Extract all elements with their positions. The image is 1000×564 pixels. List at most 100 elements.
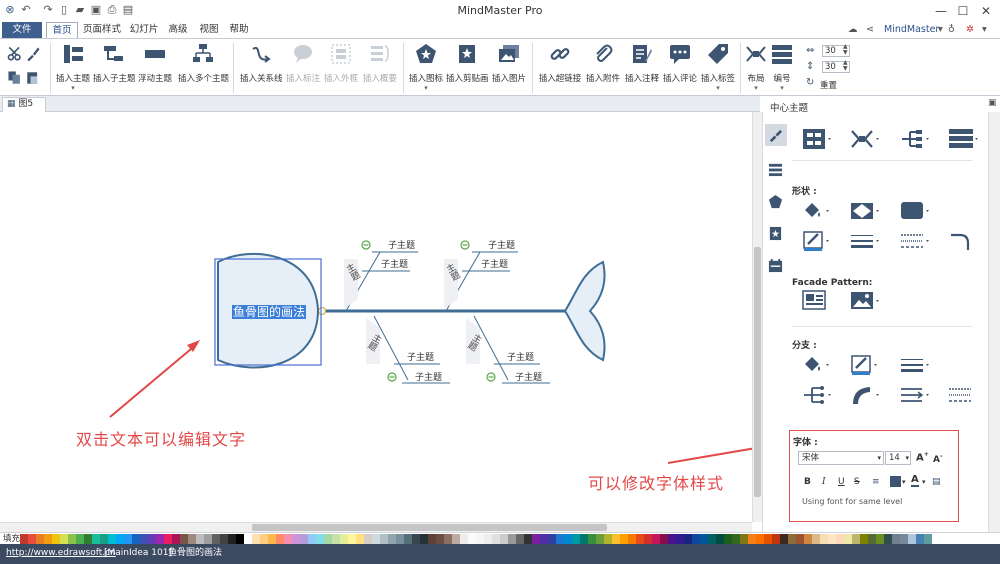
color-swatch[interactable] [732, 534, 740, 544]
reset-icon[interactable]: ↻ [806, 77, 814, 88]
color-swatch[interactable] [244, 534, 252, 544]
shape-type-button[interactable] [850, 200, 882, 222]
color-swatch[interactable] [44, 534, 52, 544]
bold-button[interactable]: B [804, 477, 811, 487]
color-swatch[interactable] [356, 534, 364, 544]
color-swatch[interactable] [876, 534, 884, 544]
color-swatch[interactable] [340, 534, 348, 544]
color-swatch[interactable] [188, 534, 196, 544]
color-swatch[interactable] [380, 534, 388, 544]
color-swatch[interactable] [332, 534, 340, 544]
format-painter-button[interactable] [24, 45, 42, 66]
icons-panel-icon[interactable] [768, 194, 783, 209]
structure-style-2-button[interactable] [850, 128, 882, 150]
underline-button[interactable]: U [838, 477, 845, 487]
branch-line-color-button[interactable] [850, 354, 882, 376]
color-swatch[interactable] [548, 534, 556, 544]
color-swatch[interactable] [588, 534, 596, 544]
chevron-down-icon[interactable]: ▾ [922, 478, 926, 486]
color-swatch[interactable] [180, 534, 188, 544]
color-swatch[interactable] [924, 534, 932, 544]
color-swatch[interactable] [452, 534, 460, 544]
tab-slides[interactable]: 幻灯片 [126, 22, 162, 38]
subtopic-label[interactable]: 子主题 [381, 257, 408, 270]
color-swatch[interactable] [684, 534, 692, 544]
branch-fill-button[interactable] [802, 354, 834, 376]
color-swatch[interactable] [884, 534, 892, 544]
color-swatch[interactable] [404, 534, 412, 544]
color-swatch[interactable] [660, 534, 668, 544]
color-swatch[interactable] [740, 534, 748, 544]
color-swatch[interactable] [132, 534, 140, 544]
task-panel-icon[interactable] [768, 258, 783, 273]
color-swatch[interactable] [92, 534, 100, 544]
tab-advanced[interactable]: 高级 [164, 22, 192, 38]
color-swatch[interactable] [236, 534, 244, 544]
color-swatch[interactable] [372, 534, 380, 544]
color-swatch[interactable] [596, 534, 604, 544]
panel-pin-icon[interactable]: ▣ [988, 98, 997, 108]
color-swatch[interactable] [324, 534, 332, 544]
subtopic-label[interactable]: 子主题 [488, 238, 515, 251]
color-swatch[interactable] [892, 534, 900, 544]
color-swatch[interactable] [460, 534, 468, 544]
color-swatch[interactable] [212, 534, 220, 544]
branch-dash-button[interactable] [948, 384, 980, 406]
color-swatch[interactable] [844, 534, 852, 544]
vertical-spacing-stepper[interactable]: ▲ ▼ [843, 60, 848, 72]
color-swatch[interactable] [804, 534, 812, 544]
structure-style-3-button[interactable] [900, 128, 932, 150]
color-swatch[interactable] [532, 534, 540, 544]
insert-note-button[interactable]: 插入注释 [624, 43, 660, 84]
color-swatch[interactable] [172, 534, 180, 544]
color-swatch[interactable] [540, 534, 548, 544]
color-swatch[interactable] [476, 534, 484, 544]
color-swatch[interactable] [116, 534, 124, 544]
color-swatch[interactable] [148, 534, 156, 544]
numbering-button[interactable]: 编号 ▾ [770, 43, 794, 92]
color-swatch[interactable] [636, 534, 644, 544]
insert-summary-button[interactable]: 插入概要 [362, 43, 398, 84]
collapse-toggle-icon[interactable] [387, 372, 397, 382]
insert-topic-button[interactable]: 插入主题 ▾ [55, 43, 91, 92]
color-swatch[interactable] [108, 534, 116, 544]
subtopic-label[interactable]: 子主题 [388, 238, 415, 251]
insert-attachment-button[interactable]: 插入附件 [584, 43, 622, 84]
color-swatch[interactable] [780, 534, 788, 544]
insert-comment-button[interactable]: 插入评论 [662, 43, 698, 84]
color-swatch[interactable] [556, 534, 564, 544]
color-swatch[interactable] [396, 534, 404, 544]
scrollbar-thumb[interactable] [754, 247, 761, 497]
color-swatch[interactable] [676, 534, 684, 544]
color-swatch[interactable] [164, 534, 172, 544]
insert-image-button[interactable]: 插入图片 [491, 43, 527, 84]
strikethrough-button[interactable]: S [854, 477, 860, 487]
subtopic-label[interactable]: 子主题 [407, 350, 434, 363]
insert-relation-button[interactable]: 插入关系线 [240, 43, 283, 84]
color-swatch[interactable] [860, 534, 868, 544]
line-dash-button[interactable] [900, 230, 932, 252]
tab-help[interactable]: 帮助 [226, 22, 252, 38]
branch-line-weight-button[interactable] [900, 354, 932, 376]
align-icon[interactable]: ≡ [872, 477, 880, 487]
tab-view[interactable]: 视图 [196, 22, 222, 38]
color-swatch[interactable] [620, 534, 628, 544]
cut-button[interactable] [6, 45, 24, 66]
color-swatch[interactable] [308, 534, 316, 544]
color-swatch[interactable] [292, 534, 300, 544]
color-swatch[interactable] [316, 534, 324, 544]
facade-pattern-2-button[interactable] [850, 290, 882, 312]
branch-arrow-button[interactable] [900, 384, 932, 406]
color-swatch[interactable] [20, 534, 28, 544]
color-swatch[interactable] [252, 534, 260, 544]
account-dropdown-icon[interactable]: ▾ [938, 22, 943, 38]
color-swatch[interactable] [828, 534, 836, 544]
color-swatch[interactable] [444, 534, 452, 544]
settings-dropdown-icon[interactable]: ▾ [982, 22, 987, 38]
color-swatch[interactable] [916, 534, 924, 544]
color-swatch[interactable] [436, 534, 444, 544]
central-topic-text[interactable]: 鱼骨图的画法 [232, 305, 307, 319]
pinwheel-icon[interactable]: ✲ [966, 22, 974, 38]
color-swatch[interactable] [60, 534, 68, 544]
color-swatch[interactable] [812, 534, 820, 544]
